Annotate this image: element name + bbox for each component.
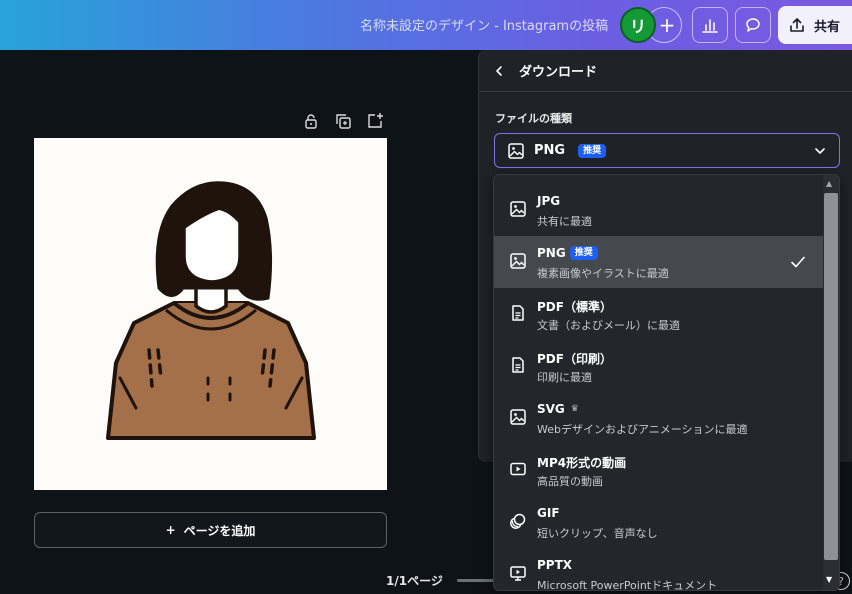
option-desc: Microsoft PowerPointドキュメント [537,579,718,591]
option-name: MP4形式の動画 [537,456,627,470]
option-name: PDF（標準） [537,300,612,314]
lock-icon[interactable] [302,112,320,130]
file-type-option-pptx[interactable]: PPTX Microsoft PowerPointドキュメント [494,548,823,591]
add-page-button[interactable]: + ページを追加 [34,512,387,548]
artboard-toolbar [302,112,384,130]
file-type-option-svg[interactable]: SVG ♛ Webデザインおよびアニメーションに最適 [494,392,823,444]
scroll-down-arrow-icon[interactable]: ▼ [826,575,832,584]
recommended-badge: 推奨 [578,143,607,158]
option-name: PDF（印刷） [537,352,612,366]
option-desc: 印刷に最適 [537,371,592,384]
option-desc: 複素画像やイラストに最適 [537,267,669,280]
zoom-slider[interactable] [457,579,497,582]
image-icon [508,142,524,159]
file-type-label: ファイルの種類 [495,112,572,125]
crown-icon: ♛ [570,404,579,414]
share-button[interactable]: 共有 [778,6,852,44]
file-type-select[interactable]: PNG 推奨 [494,133,840,168]
woman-illustration [106,181,316,440]
file-type-option-mp4[interactable]: MP4形式の動画 高品質の動画 [494,444,823,496]
image-icon [509,408,529,428]
option-desc: Webデザインおよびアニメーションに最適 [537,423,748,436]
image-icon [509,252,529,272]
document-title[interactable]: 名称未設定のデザイン - Instagramの投稿 [360,15,608,34]
video-icon [509,460,529,480]
option-desc: 高品質の動画 [537,475,603,488]
top-bar: 名称未設定のデザイン - Instagramの投稿 + リ 共有 [0,0,852,50]
document-icon [509,304,529,324]
plus-icon: + [658,13,676,37]
option-name: JPG [537,194,561,208]
gif-icon [509,512,529,532]
scrollbar-thumb[interactable] [824,193,838,560]
option-name: PNG 推奨 [537,246,598,260]
chevron-down-icon [815,148,825,154]
file-type-option-pdf-print[interactable]: PDF（印刷） 印刷に最適 [494,340,823,392]
panel-title: ダウンロード [519,65,598,80]
add-page-icon[interactable] [366,112,384,130]
share-label: 共有 [814,19,841,35]
artboard[interactable] [34,138,387,490]
file-type-option-jpg[interactable]: JPG 共有に最適 [494,184,823,236]
selected-file-type: PNG [534,143,566,158]
option-name-text: SVG [537,402,565,416]
avatar[interactable]: リ [620,7,656,43]
file-type-option-png[interactable]: PNG 推奨 複素画像やイラストに最適 [494,236,823,288]
document-icon [509,356,529,376]
option-name: SVG ♛ [537,402,579,416]
presentation-icon [509,564,529,584]
comment-icon [746,18,760,32]
comment-button[interactable] [735,7,771,43]
chevron-left-icon [496,65,502,76]
check-icon [791,256,805,268]
duplicate-icon[interactable] [334,112,352,130]
plus-icon: + [165,523,176,537]
image-icon [509,200,529,220]
insights-button[interactable] [692,7,728,43]
option-name: PPTX [537,558,573,572]
option-desc: 短いクリップ、音声なし [537,527,658,540]
file-type-option-gif[interactable]: GIF 短いクリップ、音声なし [494,496,823,548]
scroll-up-arrow-icon[interactable]: ▲ [826,179,832,188]
upload-icon [790,18,804,32]
recommended-badge: 推奨 [569,246,598,260]
file-type-option-pdf-standard[interactable]: PDF（標準） 文書（およびメール）に最適 [494,288,823,340]
option-name-text: PNG [537,246,566,260]
file-type-dropdown: JPG 共有に最適 PNG 推奨 複素画像やイラストに最適 PDF（標準） 文書… [493,174,840,591]
back-button[interactable] [479,50,519,92]
option-desc: 共有に最適 [537,215,592,228]
option-name: GIF [537,506,560,520]
option-desc: 文書（およびメール）に最適 [537,319,680,332]
page-count[interactable]: 1/1ページ [386,572,443,589]
panel-header: ダウンロード [479,50,852,92]
bar-chart-icon [702,19,718,33]
add-page-label: ページを追加 [183,523,256,538]
